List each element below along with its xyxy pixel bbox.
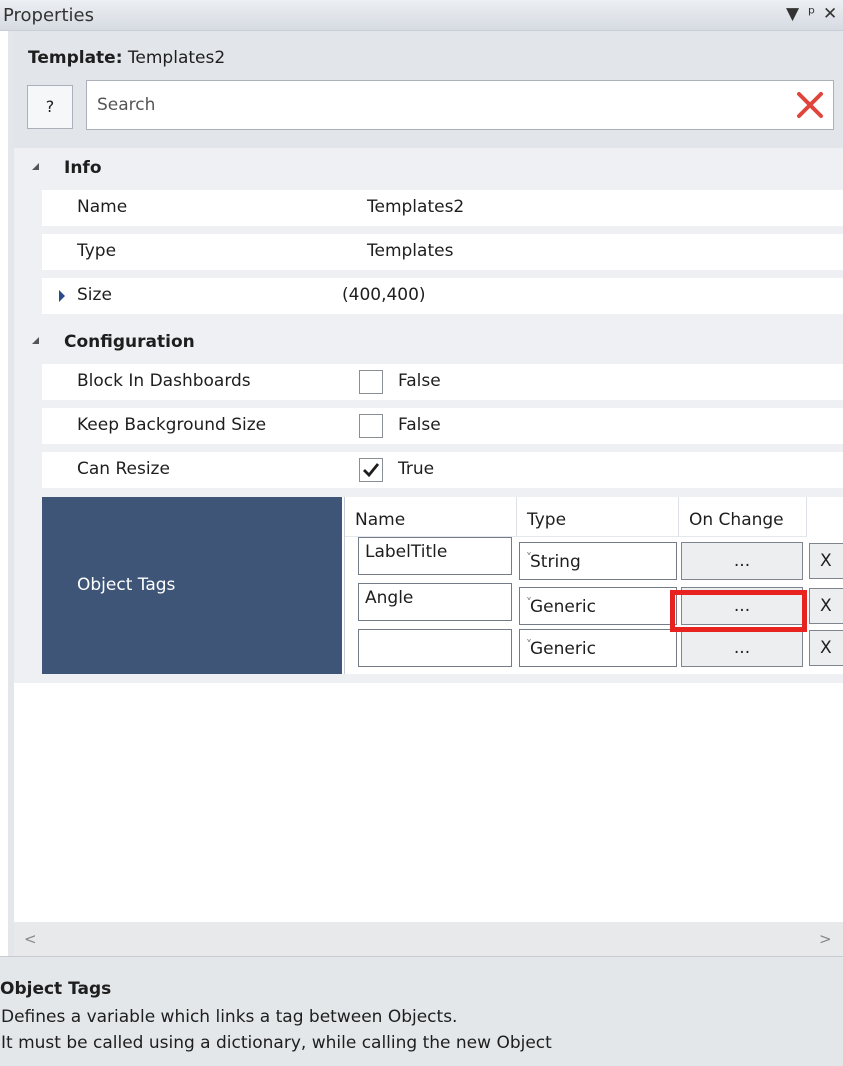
- template-line: Template: Templates2: [28, 48, 225, 68]
- template-name: Templates2: [127, 48, 226, 68]
- property-label: Name: [77, 197, 128, 217]
- property-label: Keep Background Size: [77, 415, 267, 435]
- on-change-button[interactable]: ...: [681, 542, 803, 580]
- block-in-dashboards-checkbox[interactable]: [359, 370, 383, 394]
- close-icon[interactable]: ✕: [823, 4, 837, 24]
- remove-tag-button[interactable]: X: [809, 588, 843, 624]
- can-resize-checkbox[interactable]: [359, 458, 383, 482]
- collapse-triangle-icon[interactable]: [32, 337, 39, 344]
- property-label: Size: [77, 285, 112, 305]
- object-tags-table: Name Type On Change LabelTitle String ˅ …: [344, 497, 843, 674]
- panel-title: Properties: [3, 5, 94, 26]
- category-configuration[interactable]: Configuration: [14, 324, 843, 362]
- property-value: Templates: [367, 241, 454, 261]
- chevron-down-icon: ˅: [526, 551, 532, 565]
- chevron-down-icon: ˅: [526, 596, 532, 610]
- clear-search-icon[interactable]: [793, 87, 827, 123]
- keep-background-size-checkbox[interactable]: [359, 414, 383, 438]
- tag-type-select[interactable]: Generic ˅: [519, 587, 677, 625]
- tag-name-input[interactable]: LabelTitle: [358, 537, 512, 575]
- scroll-right-icon[interactable]: >: [819, 930, 832, 948]
- chevron-down-icon: ˅: [526, 638, 532, 652]
- column-header-on-change[interactable]: On Change: [679, 497, 807, 537]
- tag-type-select[interactable]: String ˅: [519, 542, 677, 580]
- object-tags-label-cell: Object Tags: [42, 497, 342, 674]
- property-label: Block In Dashboards: [77, 371, 251, 391]
- column-header-type[interactable]: Type: [517, 497, 679, 537]
- object-tags-label: Object Tags: [77, 575, 176, 595]
- property-row-can-resize[interactable]: Can Resize True: [42, 452, 843, 488]
- template-label: Template:: [28, 48, 123, 68]
- help-button[interactable]: ?: [27, 85, 73, 129]
- checkmark-icon: [363, 463, 380, 478]
- remove-tag-button[interactable]: X: [809, 543, 843, 579]
- property-value: True: [398, 459, 435, 479]
- description-panel: Object Tags Defines a variable which lin…: [0, 956, 843, 1066]
- description-title: Object Tags: [0, 979, 112, 999]
- property-row-size[interactable]: Size (400,400): [42, 278, 843, 314]
- properties-title-bar: Properties ▼ ᵖ ✕: [0, 0, 843, 31]
- tag-type-select[interactable]: Generic ˅: [519, 629, 677, 667]
- dropdown-arrow-icon[interactable]: ▼: [786, 4, 799, 24]
- property-value: (400,400): [342, 285, 426, 305]
- column-header-name[interactable]: Name: [345, 497, 517, 537]
- collapse-triangle-icon[interactable]: [32, 163, 39, 170]
- description-text: Defines a variable which links a tag bet…: [1, 1007, 458, 1027]
- search-box[interactable]: [86, 80, 834, 130]
- property-value: False: [398, 371, 441, 391]
- object-tags-row: Object Tags Name Type On Change LabelTit…: [42, 497, 843, 674]
- category-info[interactable]: Info: [14, 150, 843, 188]
- property-label: Type: [77, 241, 117, 261]
- property-value: Templates2: [367, 197, 465, 217]
- pin-icon[interactable]: ᵖ: [808, 4, 815, 24]
- property-row-name[interactable]: Name Templates2: [42, 190, 843, 226]
- property-row-block-in-dashboards[interactable]: Block In Dashboards False: [42, 364, 843, 400]
- search-input[interactable]: [97, 90, 777, 120]
- scroll-left-icon[interactable]: <: [24, 930, 37, 948]
- property-row-type[interactable]: Type Templates: [42, 234, 843, 270]
- expand-arrow-icon[interactable]: [59, 290, 65, 302]
- tag-name-input[interactable]: [358, 629, 512, 667]
- category-label: Info: [64, 158, 102, 178]
- property-label: Can Resize: [77, 459, 170, 479]
- property-row-keep-background-size[interactable]: Keep Background Size False: [42, 408, 843, 444]
- remove-tag-button[interactable]: X: [809, 630, 843, 666]
- tag-name-input[interactable]: Angle: [358, 583, 512, 621]
- on-change-button[interactable]: ...: [681, 629, 803, 667]
- description-text: It must be called using a dictionary, wh…: [1, 1033, 552, 1053]
- highlight-box: [670, 590, 807, 632]
- category-label: Configuration: [64, 332, 195, 352]
- property-value: False: [398, 415, 441, 435]
- horizontal-scrollbar[interactable]: < >: [14, 922, 843, 956]
